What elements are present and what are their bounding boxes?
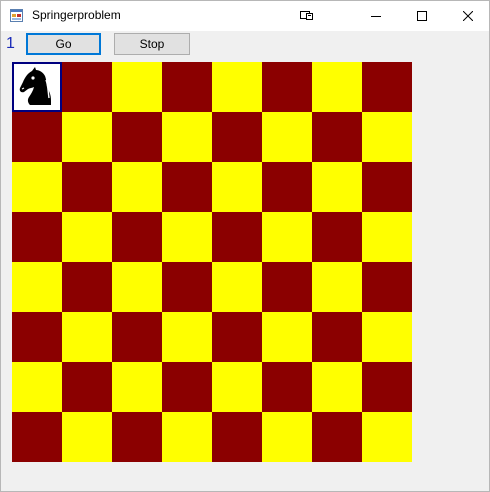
- board-square: [162, 262, 212, 312]
- board-square: [362, 212, 412, 262]
- maximize-button[interactable]: [399, 1, 445, 31]
- board-square: [212, 312, 262, 362]
- board-square: [12, 362, 62, 412]
- board-square: [262, 362, 312, 412]
- board-square: [12, 312, 62, 362]
- board-square: [162, 162, 212, 212]
- board-square: [262, 312, 312, 362]
- close-button[interactable]: [445, 1, 490, 31]
- knight-square: [12, 62, 62, 112]
- restore-size-icon: [300, 11, 313, 20]
- board-square: [12, 412, 62, 462]
- maximize-icon: [417, 11, 427, 21]
- close-icon: [463, 11, 473, 21]
- board-square: [62, 112, 112, 162]
- board-square: [112, 162, 162, 212]
- board-square: [312, 212, 362, 262]
- board-square: [112, 212, 162, 262]
- board-square: [362, 162, 412, 212]
- board-square: [112, 312, 162, 362]
- board-square: [212, 162, 262, 212]
- board-square: [112, 362, 162, 412]
- go-button[interactable]: Go: [26, 33, 101, 55]
- board-square: [212, 262, 262, 312]
- board-square: [262, 212, 312, 262]
- board-square: [112, 262, 162, 312]
- move-counter: 1: [6, 35, 15, 52]
- board-square: [112, 412, 162, 462]
- board-square: [312, 112, 362, 162]
- chess-board: [12, 62, 412, 462]
- board-square: [312, 362, 362, 412]
- board-square: [162, 62, 212, 112]
- board-square: [312, 162, 362, 212]
- board-square: [12, 112, 62, 162]
- board-square: [162, 212, 212, 262]
- board-square: [62, 362, 112, 412]
- board-square: [62, 162, 112, 212]
- board-square: [112, 62, 162, 112]
- board-square: [212, 62, 262, 112]
- board-square: [262, 412, 312, 462]
- board-square: [262, 112, 312, 162]
- board-square: [62, 312, 112, 362]
- windows-form-icon: [10, 9, 23, 22]
- board-square: [262, 262, 312, 312]
- stop-button[interactable]: Stop: [114, 33, 190, 55]
- board-square: [362, 62, 412, 112]
- board-square: [62, 412, 112, 462]
- board-square: [212, 212, 262, 262]
- board-square: [112, 112, 162, 162]
- board-square: [362, 312, 412, 362]
- board-square: [12, 262, 62, 312]
- board-square: [12, 212, 62, 262]
- board-square: [162, 362, 212, 412]
- board-square: [62, 262, 112, 312]
- knight-icon: [19, 67, 51, 105]
- board-square: [362, 362, 412, 412]
- board-square: [262, 62, 312, 112]
- board-square: [262, 162, 312, 212]
- title-bar[interactable]: Springerproblem: [1, 1, 489, 31]
- board-square: [162, 312, 212, 362]
- window-title: Springerproblem: [32, 8, 121, 22]
- minimize-button[interactable]: [353, 1, 399, 31]
- board-square: [312, 312, 362, 362]
- board-square: [162, 112, 212, 162]
- board-square: [212, 412, 262, 462]
- board-square: [362, 262, 412, 312]
- restore-size-button[interactable]: [287, 1, 327, 31]
- application-window: Springerproblem 1 Go Stop: [0, 0, 490, 492]
- board-square: [12, 162, 62, 212]
- board-square: [212, 362, 262, 412]
- board-square: [362, 112, 412, 162]
- board-square: [62, 62, 112, 112]
- board-square: [212, 112, 262, 162]
- minimize-icon: [371, 16, 381, 17]
- board-square: [312, 62, 362, 112]
- board-square: [362, 412, 412, 462]
- board-square: [312, 262, 362, 312]
- board-square: [312, 412, 362, 462]
- board-square: [162, 412, 212, 462]
- board-square: [62, 212, 112, 262]
